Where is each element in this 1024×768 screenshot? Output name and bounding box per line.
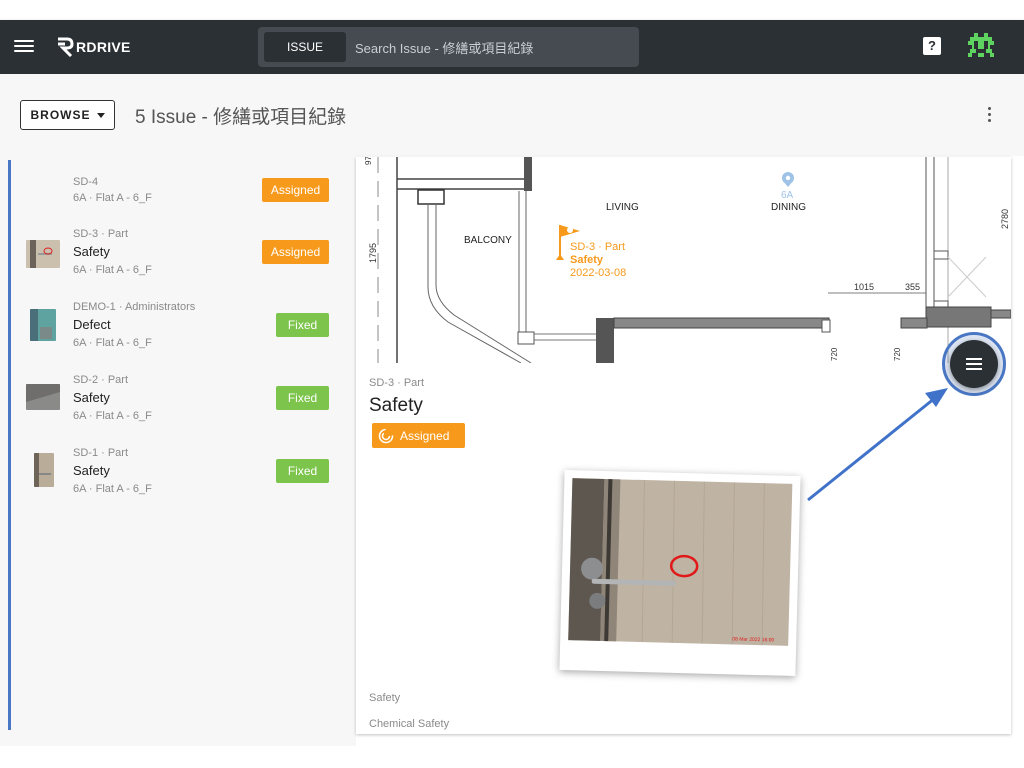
list-accent-bar	[8, 160, 11, 730]
marker-title: Safety	[570, 254, 604, 266]
browse-label: BROWSE	[30, 108, 91, 122]
dim-label-720-a: 720	[830, 347, 839, 361]
page-header: BROWSE 5 Issue - 修繕或項目紀錄	[0, 74, 1024, 156]
issue-location: 6A · Flat A - 6_F	[73, 192, 152, 204]
issue-photo[interactable]: 08 Mar 2022 16:00	[559, 469, 801, 677]
issue-title: Defect	[73, 317, 111, 332]
door-photo: 08 Mar 2022 16:00	[568, 478, 793, 646]
top-app-bar: RDRIVE ISSUE ?	[0, 20, 1024, 74]
app-logo[interactable]: RDRIVE	[56, 36, 131, 58]
issue-title: Safety	[73, 390, 110, 405]
pixel-avatar-icon[interactable]	[968, 33, 994, 59]
list-menu-icon	[966, 355, 982, 373]
issue-thumbnail	[26, 384, 60, 410]
issue-meta: SD-3 · Part	[73, 228, 129, 240]
more-vert-icon[interactable]	[984, 107, 994, 123]
status-badge: Fixed	[276, 386, 329, 410]
floor-plan[interactable]: 97 1795 2780 1015 355 720 720 LIVING DIN…	[356, 157, 1011, 363]
list-item[interactable]: SD-3 · Part Safety 6A · Flat A - 6_F Ass…	[12, 224, 344, 292]
dim-label-720-b: 720	[893, 347, 902, 361]
room-label-living: LIVING	[606, 202, 639, 213]
issue-location: 6A · Flat A - 6_F	[73, 410, 152, 422]
status-badge: Assigned	[372, 423, 465, 448]
list-item[interactable]: DEMO-1 · Administrators Defect 6A · Flat…	[12, 297, 344, 365]
list-menu-fab[interactable]	[950, 340, 998, 388]
status-label: Assigned	[400, 428, 450, 443]
subcategory-label: Chemical Safety	[369, 718, 450, 730]
issue-thumbnail	[34, 453, 54, 487]
issue-meta: SD-4	[73, 176, 99, 188]
dim-label-355: 355	[905, 282, 920, 292]
marker-date: 2022-03-08	[570, 267, 626, 279]
issue-meta: SD-3 · Part	[369, 377, 425, 389]
status-badge: Assigned	[262, 178, 329, 202]
caret-down-icon	[96, 112, 105, 118]
browse-button[interactable]: BROWSE	[20, 100, 115, 130]
issue-title: Safety	[73, 463, 110, 478]
hamburger-menu-icon[interactable]	[14, 37, 34, 55]
status-badge: Assigned	[262, 240, 329, 264]
issue-location: 6A · Flat A - 6_F	[73, 264, 152, 276]
dim-label-1015: 1015	[854, 282, 874, 292]
issue-title: Safety	[369, 395, 423, 416]
issue-thumbnail	[30, 309, 56, 341]
search-bar: ISSUE	[258, 27, 639, 67]
unit-label: 6A	[781, 190, 794, 201]
issue-thumbnail	[26, 240, 60, 268]
logo-mark-icon	[58, 37, 74, 57]
issue-meta: SD-1 · Part	[73, 447, 129, 459]
category-label: Safety	[369, 692, 401, 704]
status-badge: Fixed	[276, 313, 329, 337]
help-icon[interactable]: ?	[923, 37, 941, 55]
search-scope-chip[interactable]: ISSUE	[264, 32, 346, 62]
dim-label-1795: 1795	[368, 243, 378, 263]
issue-detail-card: 97 1795 2780 1015 355 720 720 LIVING DIN…	[356, 157, 1011, 734]
issue-meta: SD-2 · Part	[73, 374, 129, 386]
issue-title: Safety	[73, 244, 110, 259]
page-title: 5 Issue - 修繕或項目紀錄	[135, 107, 347, 128]
list-item[interactable]: SD-2 · Part Safety 6A · Flat A - 6_F Fix…	[12, 370, 344, 438]
issue-location: 6A · Flat A - 6_F	[73, 483, 152, 495]
dim-label-97: 97	[364, 157, 373, 165]
issue-list: SD-4 6A · Flat A - 6_F Assigned SD-3 · P…	[0, 156, 356, 746]
progress-icon	[378, 428, 394, 443]
photo-timestamp: 08 Mar 2022 16:00	[732, 636, 774, 643]
list-item[interactable]: SD-1 · Part Safety 6A · Flat A - 6_F Fix…	[12, 443, 344, 511]
marker-meta: SD-3 · Part	[570, 241, 625, 253]
room-label-balcony: BALCONY	[464, 235, 512, 246]
issue-location: 6A · Flat A - 6_F	[73, 337, 152, 349]
issue-meta: DEMO-1 · Administrators	[73, 301, 196, 313]
search-input[interactable]	[353, 32, 635, 64]
logo-text: RDRIVE	[76, 39, 131, 55]
status-badge: Fixed	[276, 459, 329, 483]
room-label-dining: DINING	[771, 202, 806, 213]
dim-label-2780: 2780	[1000, 209, 1010, 229]
